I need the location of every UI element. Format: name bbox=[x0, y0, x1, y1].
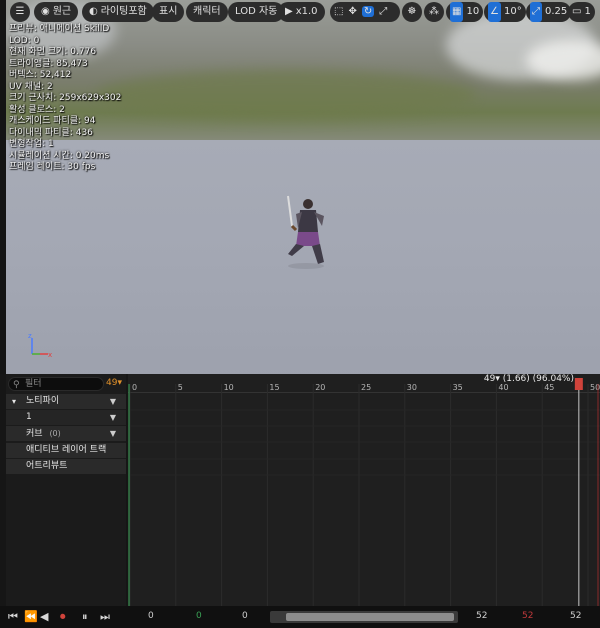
stats-line: 트라이앵글: 85,473 bbox=[9, 58, 88, 69]
track-notify-sub[interactable]: 1 ▼ bbox=[6, 410, 126, 425]
stats-line: 활성 클로스: 2 bbox=[9, 104, 65, 115]
pause-icon[interactable]: ⏸ bbox=[82, 610, 88, 624]
collapse-icon[interactable]: ▾ bbox=[12, 394, 16, 409]
coordinate-space-button[interactable]: ☸ bbox=[402, 2, 422, 22]
play-reverse-icon[interactable]: ◀ bbox=[40, 610, 48, 623]
video-camera-icon: ▭ bbox=[572, 6, 582, 17]
stats-line: 프레임 레이트: 30 fps bbox=[9, 162, 96, 172]
range-end-value[interactable]: 52 bbox=[570, 611, 581, 621]
camera-speed-button[interactable]: ▭ 1 bbox=[568, 2, 595, 22]
transport-bar: ⏮ ⏪ ◀ ⏺ ⏸ ⏭ 0 0 0 52 52 52 bbox=[0, 606, 600, 628]
scale-tool-icon[interactable]: ⤢ bbox=[379, 6, 387, 17]
svg-text:z: z bbox=[28, 332, 32, 340]
stats-line: 시뮬레이션 시간: 0.20ms bbox=[9, 150, 110, 161]
world-icon: ☸ bbox=[407, 6, 417, 17]
track-additive-layer[interactable]: 애디티브 레이어 트랙 bbox=[6, 443, 126, 458]
stats-line: 현재 화면 크기: 0.776 bbox=[9, 47, 97, 57]
jump-end-icon[interactable]: ⏭ bbox=[100, 610, 110, 624]
stats-line: UV 채널: 2 bbox=[9, 81, 53, 92]
animation-timeline-panel: ⚲ 필터 49▾ ▾ 노티파이 ▼ 1 ▼ 커브 (0) ▼ 애디티브 레이어 … bbox=[0, 374, 600, 628]
timeline-area[interactable]: 49▾ (1.66) (96.04%) 0 5 10 15 20 25 30 35 40 45 50 bbox=[128, 374, 600, 606]
jump-start-icon[interactable]: ⏮ bbox=[8, 610, 18, 624]
stats-line: 프리뷰: 애니메이션 SkillD bbox=[9, 24, 110, 34]
lod-button[interactable]: LOD 자동 bbox=[228, 2, 285, 22]
select-tool-icon[interactable]: ⬚ bbox=[334, 6, 343, 17]
record-icon[interactable]: ⏺ bbox=[60, 610, 66, 624]
timeline-grid bbox=[128, 378, 600, 606]
svg-text:x: x bbox=[48, 351, 52, 359]
show-button[interactable]: 표시 bbox=[152, 2, 185, 22]
grid-snap-button[interactable]: ▦ 10 bbox=[446, 2, 484, 22]
view-end-value[interactable]: 52 bbox=[522, 611, 533, 621]
work-end-value[interactable]: 52 bbox=[476, 611, 487, 621]
character-model[interactable] bbox=[278, 192, 334, 272]
step-back-icon[interactable]: ⏪ bbox=[24, 610, 38, 623]
scale-snap-icon: ⤢ bbox=[530, 2, 542, 22]
track-attributes[interactable]: 어트리뷰트 bbox=[6, 459, 126, 474]
rotation-snap-button[interactable]: ∠ 10° bbox=[484, 2, 526, 22]
transform-tools-group: ⬚ ✥ ↻ ⤢ bbox=[330, 2, 400, 22]
stats-line: 캐스케이드 파티클: 94 bbox=[9, 116, 96, 126]
snap-icon: ⁂ bbox=[429, 6, 439, 17]
playhead-handle[interactable] bbox=[574, 378, 583, 390]
grid-icon: ▦ bbox=[450, 2, 464, 22]
filter-input[interactable]: ⚲ 필터 bbox=[8, 377, 104, 391]
work-start-value[interactable]: 0 bbox=[242, 611, 248, 621]
stats-overlay: 프리뷰: 애니메이션 SkillD LOD: 0 현재 화면 크기: 0.776… bbox=[9, 24, 121, 174]
track-list: ⚲ 필터 49▾ ▾ 노티파이 ▼ 1 ▼ 커브 (0) ▼ 애디티브 레이어 … bbox=[6, 374, 126, 606]
viewport-toolbar: ☰ ◉ 원근 ◐ 라이팅포함 표시 캐릭터 LOD 자동 ▶ x1.0 ⬚ ✥ ↻ ⤢ ☸ … bbox=[6, 2, 600, 22]
hamburger-icon: ☰ bbox=[15, 6, 25, 17]
character-button[interactable]: 캐릭터 bbox=[186, 2, 228, 22]
surface-snap-button[interactable]: ⁂ bbox=[424, 2, 444, 22]
scrollbar-thumb[interactable] bbox=[286, 613, 454, 621]
play-icon: ▶ bbox=[285, 6, 293, 17]
move-tool-icon[interactable]: ✥ bbox=[348, 6, 356, 17]
chevron-down-icon[interactable]: ▼ bbox=[110, 426, 116, 441]
view-start-value[interactable]: 0 bbox=[196, 611, 202, 621]
menu-button[interactable]: ☰ bbox=[10, 2, 30, 22]
track-notify[interactable]: ▾ 노티파이 ▼ bbox=[6, 394, 126, 409]
lighting-button[interactable]: ◐ 라이팅포함 bbox=[82, 2, 154, 22]
stats-line: 다이내믹 파티클: 436 bbox=[9, 127, 93, 138]
lighting-icon: ◐ bbox=[89, 6, 98, 17]
stats-line: 변형작업: 1 bbox=[9, 139, 54, 149]
camera-icon: ◉ bbox=[41, 6, 50, 17]
stats-line: LOD: 0 bbox=[9, 35, 40, 46]
frame-badge[interactable]: 49▾ bbox=[106, 378, 122, 388]
perspective-button[interactable]: ◉ 원근 bbox=[34, 2, 79, 22]
rotate-tool-icon[interactable]: ↻ bbox=[361, 6, 375, 17]
scale-snap-button[interactable]: ⤢ 0.25 bbox=[526, 2, 572, 22]
axis-gizmo: z x bbox=[28, 332, 52, 359]
stats-line: 버텍스: 52,412 bbox=[9, 70, 72, 80]
stats-line: 크기 근사치: 259x629x302 bbox=[9, 93, 122, 103]
track-curves[interactable]: 커브 (0) ▼ bbox=[6, 426, 126, 441]
chevron-down-icon[interactable]: ▼ bbox=[110, 394, 116, 409]
range-start-value[interactable]: 0 bbox=[148, 611, 154, 621]
background-grass bbox=[96, 70, 476, 120]
play-speed-button[interactable]: ▶ x1.0 bbox=[278, 2, 325, 22]
search-icon: ⚲ bbox=[13, 380, 20, 390]
chevron-down-icon[interactable]: ▼ bbox=[110, 410, 116, 425]
angle-icon: ∠ bbox=[488, 2, 501, 22]
